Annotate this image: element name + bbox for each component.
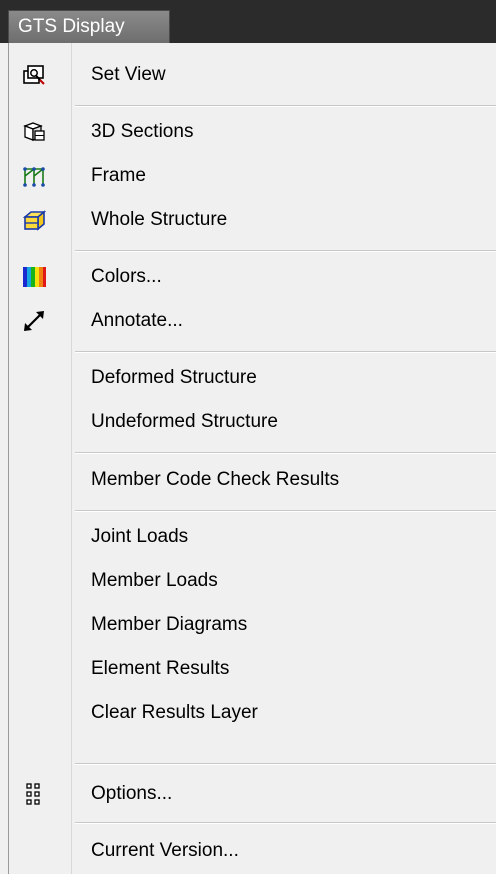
menu-separator xyxy=(75,351,496,353)
menu-title-tab[interactable]: GTS Display xyxy=(8,10,170,43)
gts-display-menu: Set View 3D Sections Frame Whole Structu… xyxy=(8,43,496,874)
menu-item-frame[interactable]: Frame xyxy=(9,156,496,196)
menu-separator xyxy=(75,250,496,252)
3d-sections-icon xyxy=(21,120,47,144)
menu-item-label: Element Results xyxy=(91,658,230,679)
menu-separator xyxy=(75,510,496,512)
menu-item-label: Options... xyxy=(91,783,173,804)
menu-separator xyxy=(75,822,496,824)
menu-item-label: Frame xyxy=(91,165,146,186)
title-bar: GTS Display xyxy=(0,0,496,43)
options-icon xyxy=(21,782,47,806)
menu-item-element-results[interactable]: Element Results xyxy=(9,649,496,689)
menu-item-set-view[interactable]: Set View xyxy=(9,55,496,95)
set-view-icon xyxy=(21,63,47,87)
menu-item-label: Member Code Check Results xyxy=(91,469,340,490)
menu-item-current-version[interactable]: Current Version... xyxy=(9,831,496,871)
menu-item-joint-loads[interactable]: Joint Loads xyxy=(9,517,496,557)
menu-item-label: Undeformed Structure xyxy=(91,411,278,432)
menu-separator xyxy=(75,763,496,765)
frame-icon xyxy=(21,164,47,188)
menu-separator xyxy=(75,452,496,454)
annotate-icon xyxy=(21,309,47,333)
menu-item-3d-sections[interactable]: 3D Sections xyxy=(9,112,496,152)
menu-item-label: Current Version... xyxy=(91,840,239,861)
menu-item-options[interactable]: Options... xyxy=(9,774,496,814)
colors-icon xyxy=(21,265,47,289)
whole-structure-icon xyxy=(21,208,47,232)
menu-item-annotate[interactable]: Annotate... xyxy=(9,301,496,341)
menu-item-member-diagrams[interactable]: Member Diagrams xyxy=(9,605,496,645)
menu-item-label: Colors... xyxy=(91,266,162,287)
menu-item-label: Set View xyxy=(91,64,166,85)
menu-item-label: Annotate... xyxy=(91,310,183,331)
menu-item-clear-results-layer[interactable]: Clear Results Layer xyxy=(9,693,496,733)
menu-item-member-code-check-results[interactable]: Member Code Check Results xyxy=(9,460,496,500)
menu-item-undeformed-structure[interactable]: Undeformed Structure xyxy=(9,402,496,442)
menu-item-colors[interactable]: Colors... xyxy=(9,257,496,297)
menu-item-label: Member Diagrams xyxy=(91,614,248,635)
menu-item-label: Deformed Structure xyxy=(91,367,257,388)
menu-item-member-loads[interactable]: Member Loads xyxy=(9,561,496,601)
menu-item-label: 3D Sections xyxy=(91,121,194,142)
menu-item-whole-structure[interactable]: Whole Structure xyxy=(9,200,496,240)
menu-item-label: Joint Loads xyxy=(91,526,189,547)
menu-separator xyxy=(75,105,496,107)
menu-item-label: Member Loads xyxy=(91,570,218,591)
menu-item-label: Clear Results Layer xyxy=(91,702,258,723)
menu-item-deformed-structure[interactable]: Deformed Structure xyxy=(9,358,496,398)
menu-item-label: Whole Structure xyxy=(91,209,228,230)
